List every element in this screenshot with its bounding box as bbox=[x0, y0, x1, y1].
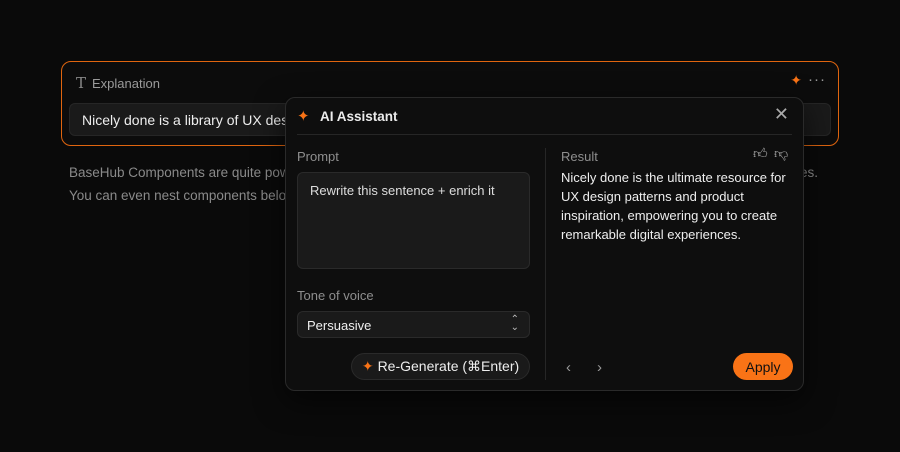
column-divider bbox=[545, 148, 546, 380]
text-type-icon: T bbox=[76, 74, 86, 92]
tone-select[interactable]: Persuasive ⌃⌄ bbox=[297, 311, 530, 338]
tone-label: Tone of voice bbox=[297, 288, 374, 303]
thumbs-up-icon[interactable]: 👍︎ bbox=[753, 145, 768, 162]
prompt-textarea[interactable]: Rewrite this sentence + enrich it bbox=[297, 172, 530, 269]
next-result-icon[interactable]: › bbox=[597, 359, 602, 376]
tone-value: Persuasive bbox=[307, 318, 371, 333]
regenerate-label: Re-Generate (⌘Enter) bbox=[378, 358, 520, 375]
sparkle-icon: ✦ bbox=[362, 358, 374, 375]
ai-sparkle-icon[interactable]: ✦ bbox=[790, 72, 802, 89]
chevron-up-down-icon: ⌃⌄ bbox=[511, 316, 519, 332]
previous-result-icon[interactable]: ‹ bbox=[566, 359, 571, 376]
regenerate-button[interactable]: ✦ Re-Generate (⌘Enter) bbox=[351, 353, 530, 380]
ai-assistant-dialog: ✦ AI Assistant ✕ Prompt Rewrite this sen… bbox=[285, 97, 804, 391]
header-divider bbox=[297, 134, 792, 135]
dialog-title: AI Assistant bbox=[320, 109, 398, 124]
more-options-icon[interactable]: ··· bbox=[808, 71, 826, 88]
thumbs-down-icon[interactable]: 👎︎ bbox=[774, 145, 788, 162]
body-text-line2: You can even nest components belo bbox=[69, 188, 286, 203]
result-label: Result bbox=[561, 149, 598, 164]
result-text: Nicely done is the ultimate resource for… bbox=[561, 168, 801, 244]
ai-sparkle-icon: ✦ bbox=[297, 107, 310, 125]
card-title: Explanation bbox=[92, 76, 160, 91]
close-icon[interactable]: ✕ bbox=[774, 104, 789, 125]
body-text-line1: BaseHub Components are quite pow bbox=[69, 165, 290, 180]
apply-button[interactable]: Apply bbox=[733, 353, 793, 380]
prompt-label: Prompt bbox=[297, 149, 339, 164]
